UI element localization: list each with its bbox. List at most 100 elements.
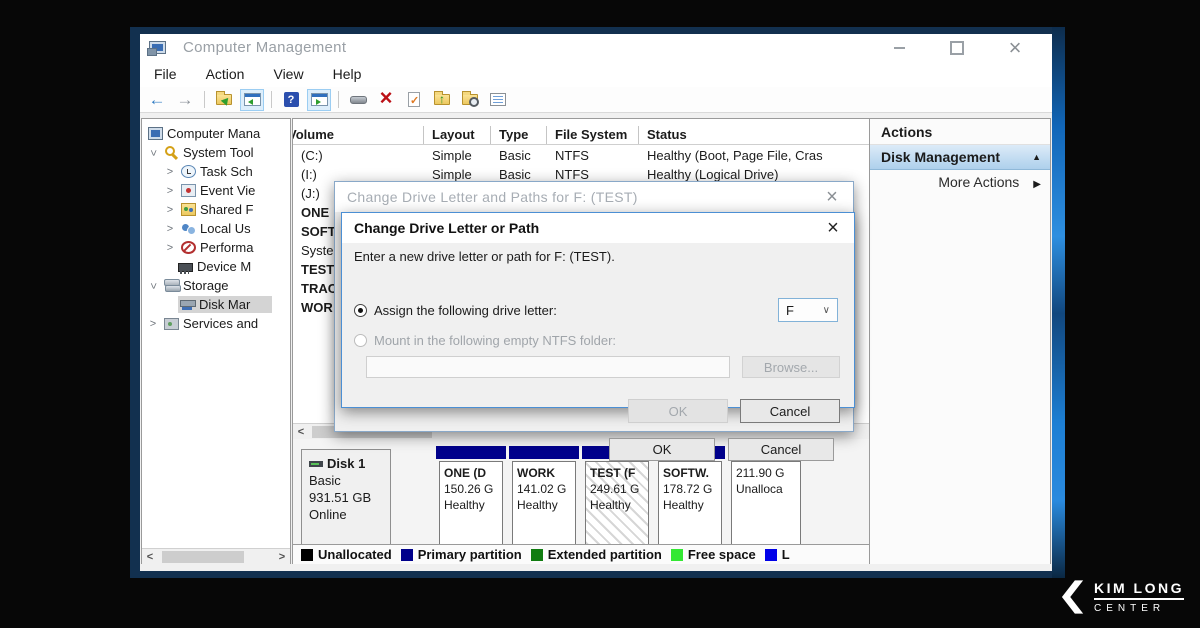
find-folder-icon[interactable]: [459, 90, 481, 110]
details-list-icon[interactable]: [487, 90, 509, 110]
partition-one[interactable]: ONE (D 150.26 G Healthy: [436, 446, 506, 549]
chevron-down-icon[interactable]: [146, 147, 160, 159]
tree-item-label: Disk Mar: [199, 297, 250, 312]
partition-body: SOFTW. 178.72 G Healthy: [658, 461, 722, 545]
partition-body: 211.90 G Unalloca: [731, 461, 801, 545]
close-icon[interactable]: [823, 188, 841, 206]
disk-icon: [309, 461, 323, 467]
tree-item-services[interactable]: Services and: [142, 314, 290, 333]
legend-item-free-space: Free space: [671, 547, 756, 562]
chevron-right-icon[interactable]: [163, 242, 177, 254]
system-tools-icon: [164, 146, 179, 159]
maximize-icon[interactable]: [950, 41, 964, 55]
delete-icon[interactable]: [375, 90, 397, 110]
storage-icon: [164, 279, 179, 292]
column-volume[interactable]: Volume: [293, 126, 424, 144]
tree-item-device-manager[interactable]: Device M: [142, 257, 290, 276]
tree-item-shared-folders[interactable]: Shared F: [142, 200, 290, 219]
cancel-button[interactable]: Cancel: [740, 399, 840, 423]
radio-selected-icon[interactable]: [354, 304, 367, 317]
open-folder-icon[interactable]: [431, 90, 453, 110]
mount-folder-option[interactable]: Mount in the following empty NTFS folder…: [354, 333, 616, 348]
partition-size: 178.72 G: [663, 481, 719, 497]
column-layout[interactable]: Layout: [424, 126, 491, 144]
chevron-down-icon[interactable]: [146, 280, 160, 292]
legend-item-primary: Primary partition: [401, 547, 522, 562]
partition-software[interactable]: SOFTW. 178.72 G Healthy: [655, 446, 725, 549]
export-list-icon[interactable]: [213, 90, 235, 110]
window-title: Computer Management: [183, 39, 346, 56]
menu-view[interactable]: View: [273, 66, 303, 82]
drive-letter-dropdown[interactable]: F: [778, 298, 838, 322]
tree-item-label: Computer Mana: [167, 126, 260, 141]
browse-button[interactable]: Browse...: [742, 356, 840, 378]
dialog-title-bar[interactable]: Change Drive Letter and Paths for F: (TE…: [335, 182, 853, 212]
disk-size: 931.51 GB: [309, 489, 390, 506]
minimize-icon[interactable]: [892, 41, 906, 55]
properties-check-icon[interactable]: [403, 90, 425, 110]
partition-work[interactable]: WORK 141.02 G Healthy: [509, 446, 579, 549]
tree: Computer Mana System Tool Task Sch: [142, 119, 290, 333]
ok-button[interactable]: OK: [609, 438, 715, 461]
help-icon[interactable]: [280, 90, 302, 110]
menu-help[interactable]: Help: [333, 66, 362, 82]
scroll-left-icon[interactable]: [293, 424, 309, 440]
scroll-left-icon[interactable]: [142, 549, 158, 565]
tree-item-computer-management[interactable]: Computer Mana: [142, 124, 290, 143]
tree-horizontal-scrollbar[interactable]: [142, 548, 290, 564]
dialog-title-bar[interactable]: Change Drive Letter or Path: [342, 213, 854, 243]
tree-item-task-scheduler[interactable]: Task Sch: [142, 162, 290, 181]
show-console-tree-icon[interactable]: [241, 90, 263, 110]
services-icon: [164, 318, 179, 330]
partition-size: 141.02 G: [517, 481, 573, 497]
cell-layout: Simple: [424, 146, 491, 165]
tree-item-storage[interactable]: Storage: [142, 276, 290, 295]
disk-info-panel[interactable]: Disk 1 Basic 931.51 GB Online: [301, 449, 391, 549]
chevron-down-icon: [823, 305, 830, 316]
tree-item-performance[interactable]: Performa: [142, 238, 290, 257]
partition-unallocated[interactable]: 211.90 G Unalloca: [728, 446, 804, 549]
console-icon[interactable]: [347, 90, 369, 110]
tree-item-local-users[interactable]: Local Us: [142, 219, 290, 238]
kim-long-chevron-icon: [1061, 578, 1085, 616]
back-icon[interactable]: [146, 90, 168, 110]
menu-bar: File Action View Help: [140, 61, 1052, 87]
partition-name: WORK: [517, 465, 573, 481]
disk-title: Disk 1: [309, 455, 390, 472]
mount-path-input[interactable]: [366, 356, 730, 378]
toolbar-separator: [204, 91, 205, 108]
chevron-right-icon[interactable]: [163, 166, 177, 178]
tree-item-event-viewer[interactable]: Event Vie: [142, 181, 290, 200]
collapse-icon[interactable]: [1032, 152, 1041, 162]
chevron-right-icon[interactable]: [163, 223, 177, 235]
radio-unselected-icon[interactable]: [354, 334, 367, 347]
assign-drive-letter-option[interactable]: Assign the following drive letter:: [354, 303, 557, 318]
column-type[interactable]: Type: [491, 126, 547, 144]
partition-status: Healthy: [663, 497, 719, 513]
menu-action[interactable]: Action: [206, 66, 245, 82]
ok-button[interactable]: OK: [628, 399, 728, 423]
dialog-prompt: Enter a new drive letter or path for F: …: [354, 249, 615, 264]
close-icon[interactable]: [1008, 41, 1022, 55]
actions-disk-management-group[interactable]: Disk Management: [870, 145, 1050, 170]
shared-folders-icon: [181, 203, 196, 216]
cancel-button[interactable]: Cancel: [728, 438, 834, 461]
tree-item-disk-management[interactable]: Disk Mar: [142, 295, 290, 314]
more-actions-item[interactable]: More Actions: [870, 170, 1050, 194]
partition-color-bar: [436, 446, 506, 459]
scrollbar-thumb[interactable]: [162, 551, 244, 563]
chevron-right-icon[interactable]: [146, 318, 160, 330]
show-action-pane-icon[interactable]: [308, 90, 330, 110]
menu-file[interactable]: File: [154, 66, 177, 82]
partition-test-selected[interactable]: TEST (F 249.61 G Healthy: [582, 446, 652, 549]
partition-status: Unalloca: [736, 481, 798, 497]
legend-swatch-navy: [401, 549, 413, 561]
scroll-right-icon[interactable]: [274, 549, 290, 565]
chevron-right-icon[interactable]: [163, 204, 177, 216]
column-file-system[interactable]: File System: [547, 126, 639, 144]
chevron-right-icon[interactable]: [163, 185, 177, 197]
forward-icon[interactable]: [174, 90, 196, 110]
legend-swatch-green: [531, 549, 543, 561]
close-icon[interactable]: [824, 219, 842, 237]
tree-item-system-tools[interactable]: System Tool: [142, 143, 290, 162]
